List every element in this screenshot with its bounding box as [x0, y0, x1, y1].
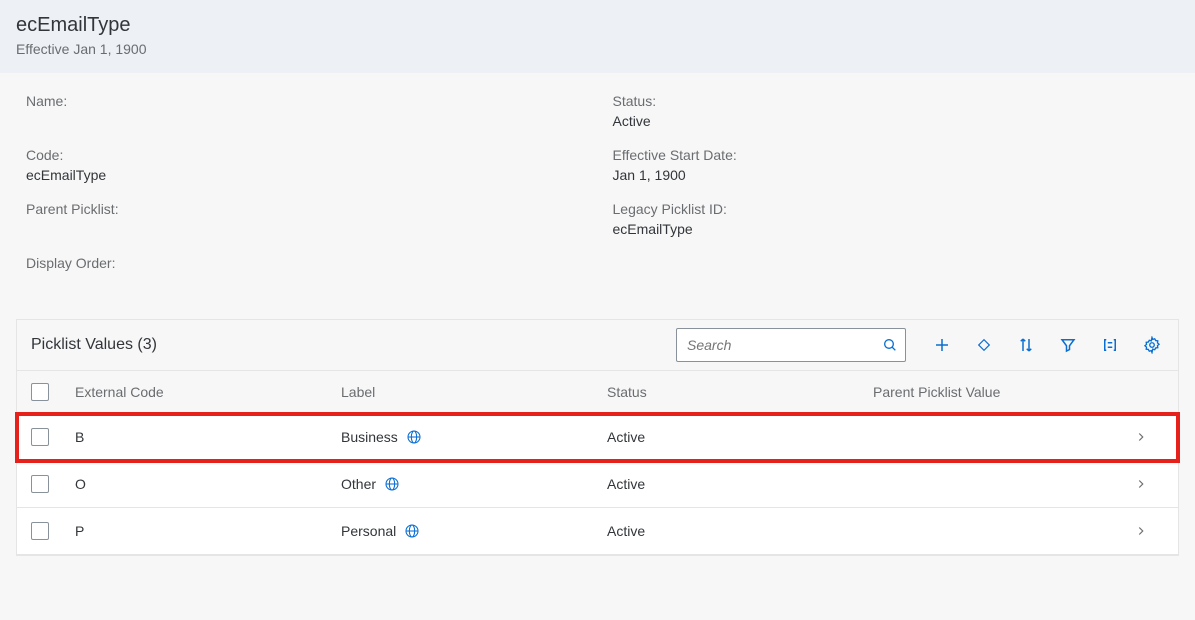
toolbar-actions: [930, 333, 1164, 357]
globe-icon[interactable]: [404, 523, 420, 539]
field-value: Active: [613, 113, 1170, 129]
add-button[interactable]: [930, 333, 954, 357]
page-subtitle: Effective Jan 1, 1900: [16, 41, 1179, 57]
cell-label: Business: [341, 429, 607, 445]
row-nav-icon[interactable]: [1134, 477, 1164, 491]
table-header-row: External Code Label Status Parent Pickli…: [17, 371, 1178, 414]
search-field: [676, 328, 906, 362]
field-label: Name:: [26, 93, 583, 109]
column-parent-picklist-value: Parent Picklist Value: [873, 384, 1134, 400]
search-icon[interactable]: [880, 335, 900, 355]
field-effective-start-date: Effective Start Date: Jan 1, 1900: [613, 147, 1170, 183]
field-legacy-picklist-id: Legacy Picklist ID: ecEmailType: [613, 201, 1170, 237]
column-external-code: External Code: [75, 384, 341, 400]
cell-status: Active: [607, 476, 873, 492]
select-all-checkbox[interactable]: [31, 383, 49, 401]
field-label: Effective Start Date:: [613, 147, 1170, 163]
cell-label: Other: [341, 476, 607, 492]
field-label: Code:: [26, 147, 583, 163]
table-body: BBusinessActiveOOtherActivePPersonalActi…: [17, 414, 1178, 555]
field-code: Code: ecEmailType: [26, 147, 583, 183]
table-row[interactable]: OOtherActive: [17, 461, 1178, 508]
cell-status: Active: [607, 429, 873, 445]
field-parent-picklist: Parent Picklist:: [26, 201, 583, 237]
column-label: Label: [341, 384, 607, 400]
field-value: Jan 1, 1900: [613, 167, 1170, 183]
details-section: Name: Status: Active Code: ecEmailType E…: [0, 73, 1195, 319]
details-icon[interactable]: [1098, 333, 1122, 357]
settings-icon[interactable]: [1140, 333, 1164, 357]
field-value: ecEmailType: [26, 167, 583, 183]
field-value: ecEmailType: [613, 221, 1170, 237]
page-header: ecEmailType Effective Jan 1, 1900: [0, 0, 1195, 73]
cell-external-code: O: [75, 476, 341, 492]
field-label: Status:: [613, 93, 1170, 109]
panel-title: Picklist Values (3): [31, 336, 157, 354]
cell-status: Active: [607, 523, 873, 539]
search-input[interactable]: [676, 328, 906, 362]
table-row[interactable]: PPersonalActive: [17, 508, 1178, 555]
cell-external-code: P: [75, 523, 341, 539]
field-label: Display Order:: [26, 255, 583, 271]
field-display-order: Display Order:: [26, 255, 583, 289]
field-label: Legacy Picklist ID:: [613, 201, 1170, 217]
row-checkbox[interactable]: [31, 475, 49, 493]
field-status: Status: Active: [613, 93, 1170, 129]
globe-icon[interactable]: [406, 429, 422, 445]
table-row[interactable]: BBusinessActive: [17, 414, 1178, 461]
field-name: Name:: [26, 93, 583, 129]
column-status: Status: [607, 384, 873, 400]
sort-icon[interactable]: [1014, 333, 1038, 357]
field-label: Parent Picklist:: [26, 201, 583, 217]
panel-toolbar: Picklist Values (3): [17, 320, 1178, 371]
row-checkbox[interactable]: [31, 428, 49, 446]
row-nav-icon[interactable]: [1134, 430, 1164, 444]
row-checkbox[interactable]: [31, 522, 49, 540]
page-title: ecEmailType: [16, 14, 1179, 37]
picklist-values-panel: Picklist Values (3): [16, 319, 1179, 556]
filter-icon[interactable]: [1056, 333, 1080, 357]
row-nav-icon[interactable]: [1134, 524, 1164, 538]
diamond-icon[interactable]: [972, 333, 996, 357]
cell-label: Personal: [341, 523, 607, 539]
cell-external-code: B: [75, 429, 341, 445]
globe-icon[interactable]: [384, 476, 400, 492]
